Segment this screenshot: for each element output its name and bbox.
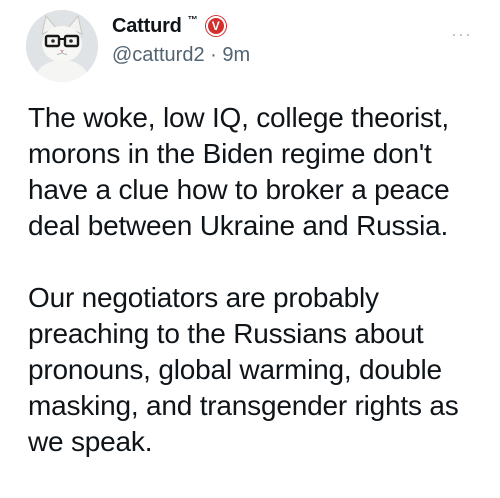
cat-avatar-icon bbox=[26, 10, 98, 82]
tweet-paragraph: The woke, low IQ, college theorist, moro… bbox=[28, 102, 450, 241]
author-name-row: Catturd ™ V bbox=[112, 14, 226, 38]
author-handle-row: @catturd2 · 9m bbox=[112, 44, 250, 67]
more-options-icon[interactable]: ··· bbox=[451, 24, 472, 45]
badge-letter: V bbox=[211, 19, 220, 33]
author-display-name[interactable]: Catturd bbox=[112, 15, 182, 38]
verified-badge-icon: V bbox=[205, 16, 226, 36]
author-handle[interactable]: @catturd2 bbox=[112, 44, 205, 66]
tweet-card: Catturd ™ V @catturd2 · 9m ··· The woke,… bbox=[0, 0, 500, 498]
tweet-text: The woke, low IQ, college theorist, moro… bbox=[28, 100, 488, 460]
handle-separator: · bbox=[210, 44, 217, 66]
avatar[interactable] bbox=[26, 10, 98, 82]
trademark-mark: ™ bbox=[187, 14, 198, 26]
tweet-paragraph: Our negotiators are probably preaching t… bbox=[28, 282, 459, 457]
tweet-timestamp[interactable]: 9m bbox=[222, 44, 250, 66]
